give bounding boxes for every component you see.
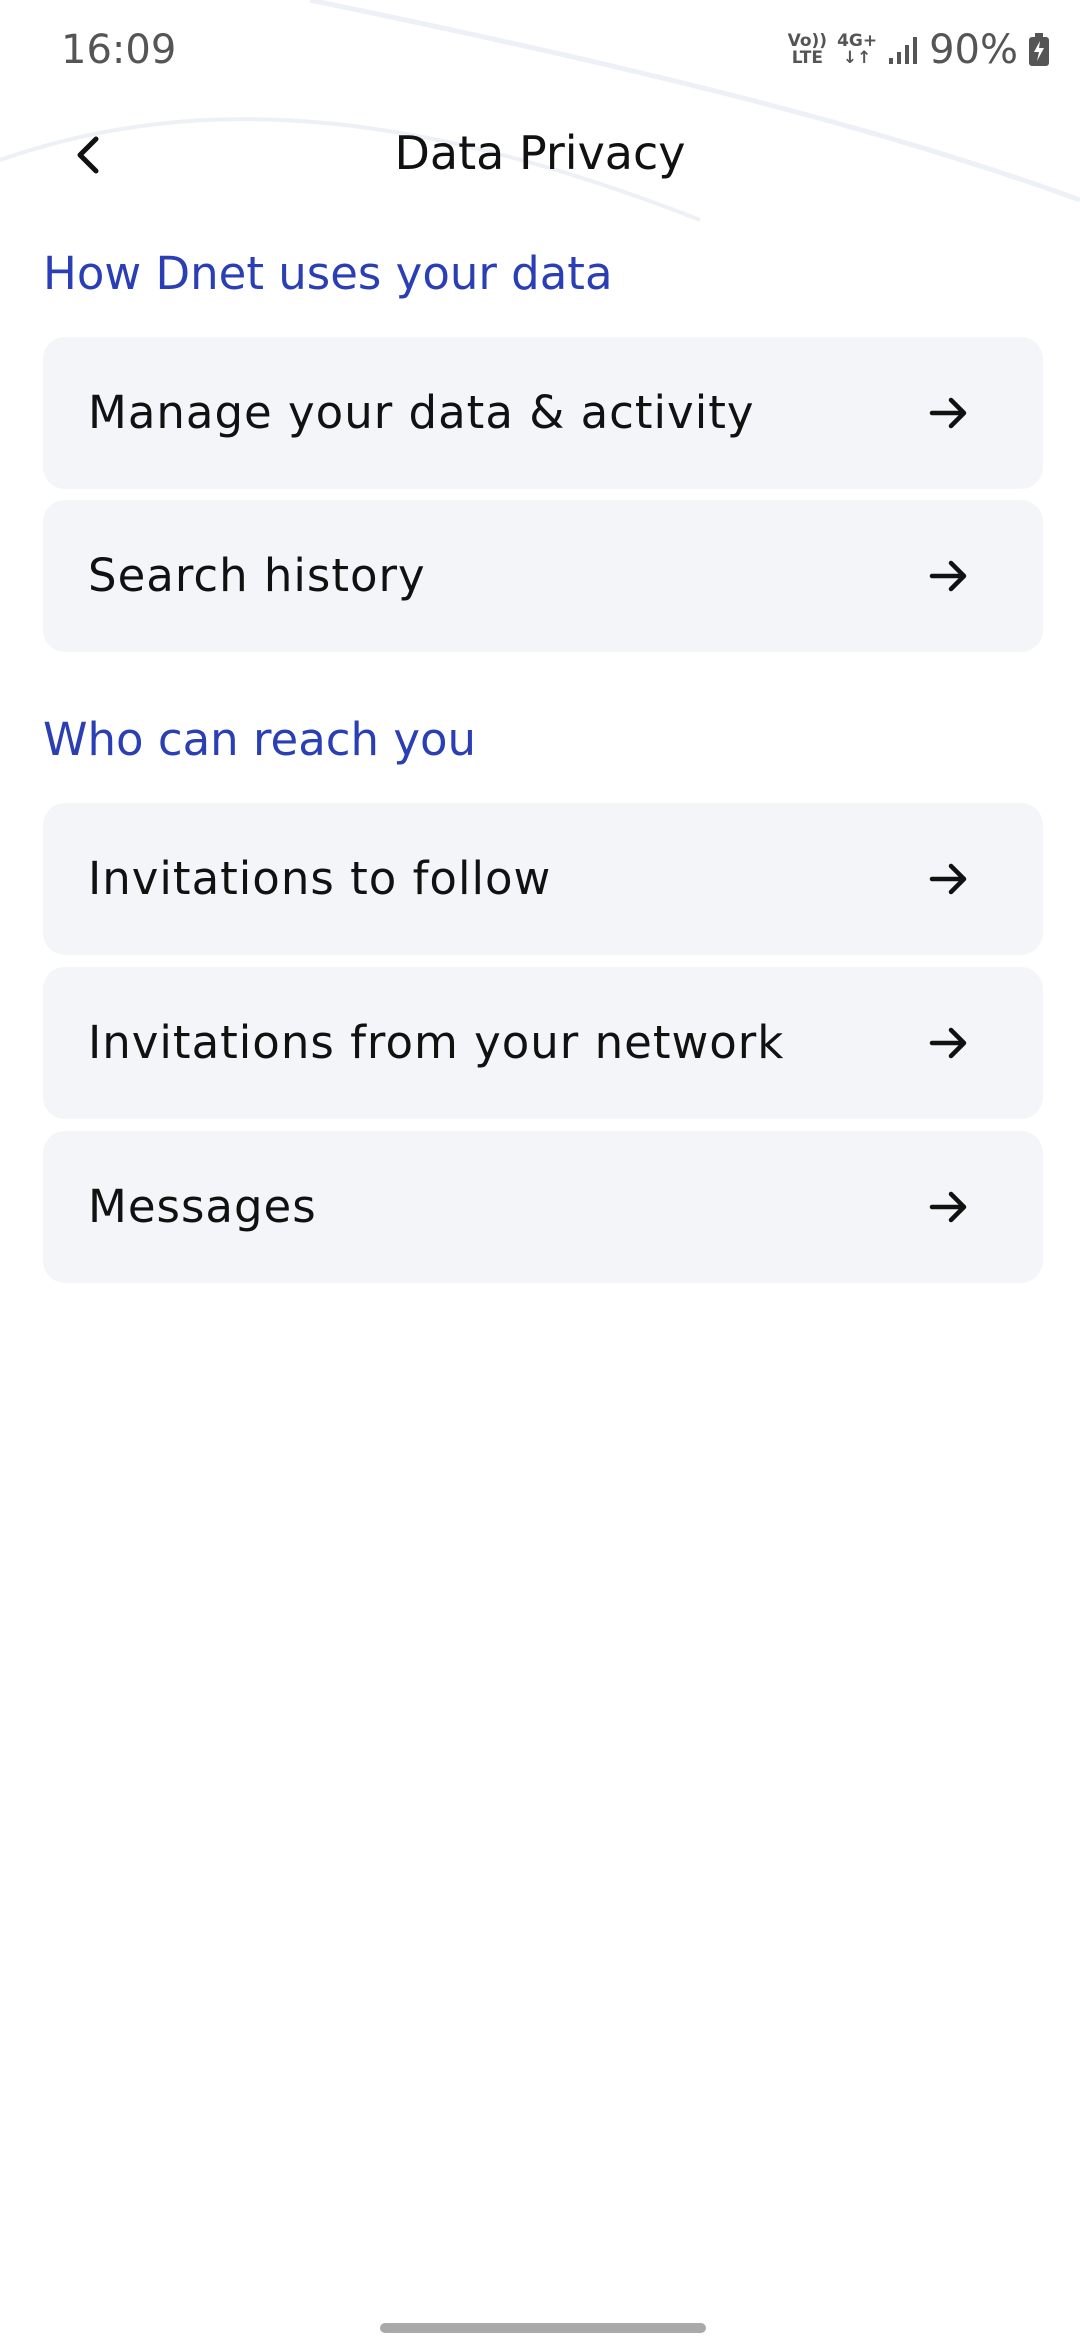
manage-data-activity-item[interactable]: Manage your data & activity xyxy=(43,337,1043,489)
arrow-right-icon xyxy=(929,560,967,592)
network-activity-label: ↓↑ xyxy=(842,48,872,68)
item-label: Invitations from your network xyxy=(88,1016,785,1069)
volte-bottom-label: LTE xyxy=(791,48,823,68)
status-bar: 16:09 Vo)) LTE 4G+ ↓↑ 90% xyxy=(0,0,1080,100)
invitations-to-follow-item[interactable]: Invitations to follow xyxy=(43,803,1043,955)
home-indicator[interactable] xyxy=(380,2323,706,2333)
arrow-right-icon xyxy=(929,1027,967,1059)
item-label: Search history xyxy=(88,549,426,602)
section-heading-reach: Who can reach you xyxy=(43,713,477,766)
invitations-from-network-item[interactable]: Invitations from your network xyxy=(43,967,1043,1119)
network-type-icon: 4G+ ↓↑ xyxy=(837,33,877,67)
status-time: 16:09 xyxy=(61,27,177,73)
arrow-right-icon xyxy=(929,863,967,895)
item-label: Invitations to follow xyxy=(88,852,552,905)
item-label: Messages xyxy=(88,1180,317,1233)
battery-percentage: 90% xyxy=(929,27,1018,73)
arrow-right-icon xyxy=(929,1191,967,1223)
page-title: Data Privacy xyxy=(394,126,686,180)
section-heading-data-usage: How Dnet uses your data xyxy=(43,247,613,300)
battery-charging-icon xyxy=(1029,33,1049,66)
item-label: Manage your data & activity xyxy=(88,386,755,439)
search-history-item[interactable]: Search history xyxy=(43,500,1043,652)
app-header: Data Privacy xyxy=(0,110,1080,200)
signal-icon xyxy=(889,37,918,64)
status-icons: Vo)) LTE 4G+ ↓↑ 90% xyxy=(788,22,1050,78)
messages-item[interactable]: Messages xyxy=(43,1131,1043,1283)
arrow-right-icon xyxy=(929,397,967,429)
volte-icon: Vo)) LTE xyxy=(788,33,827,67)
